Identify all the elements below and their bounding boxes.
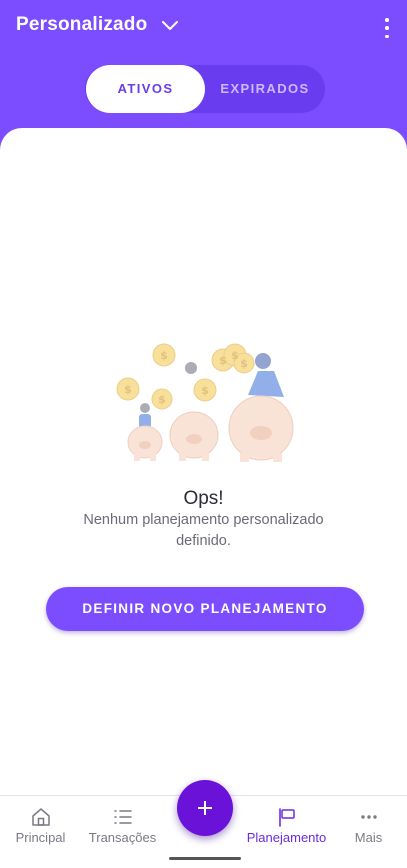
page-title: Personalizado (16, 14, 148, 35)
list-icon (114, 810, 132, 824)
svg-text:$: $ (160, 349, 168, 362)
nav-item-principal[interactable]: Principal (0, 796, 81, 868)
gesture-bar (169, 857, 241, 860)
chevron-down-icon[interactable] (161, 16, 179, 34)
home-icon (32, 808, 50, 826)
more-horizontal-icon (361, 815, 377, 819)
nav-label-principal: Principal (15, 830, 66, 845)
app-header: Personalizado ATIVOS EXPIRADOS (0, 0, 407, 130)
svg-text:$: $ (231, 349, 239, 362)
svg-text:$: $ (158, 393, 166, 406)
title-dropdown[interactable]: Personalizado (16, 14, 179, 36)
status-toggle: ATIVOS EXPIRADOS (85, 65, 325, 113)
nav-label-planejamento: Planejamento (246, 830, 327, 845)
svg-text:$: $ (124, 383, 132, 396)
svg-text:$: $ (240, 357, 248, 370)
nav-label-mais: Mais (354, 830, 383, 845)
tab-expirados[interactable]: EXPIRADOS (205, 65, 325, 113)
nav-item-mais[interactable]: Mais (328, 796, 407, 868)
tab-ativos[interactable]: ATIVOS (86, 65, 205, 113)
define-plan-button[interactable]: DEFINIR NOVO PLANEJAMENTO (46, 587, 364, 631)
add-button[interactable] (177, 780, 233, 836)
nav-label-transacoes: Transações (88, 830, 157, 845)
empty-state-message: Nenhum planejamento personalizado defini… (83, 512, 324, 549)
piggy-banks-coins-illustration: $$$ $$ $$ (116, 343, 294, 462)
svg-text:$: $ (219, 354, 227, 367)
empty-state-heading: Ops! (183, 488, 224, 509)
flag-icon (279, 808, 295, 827)
svg-text:$: $ (201, 384, 209, 397)
more-vertical-icon[interactable] (383, 18, 391, 38)
nav-item-planejamento[interactable]: Planejamento (246, 796, 327, 868)
nav-item-transacoes[interactable]: Transações (82, 796, 163, 868)
